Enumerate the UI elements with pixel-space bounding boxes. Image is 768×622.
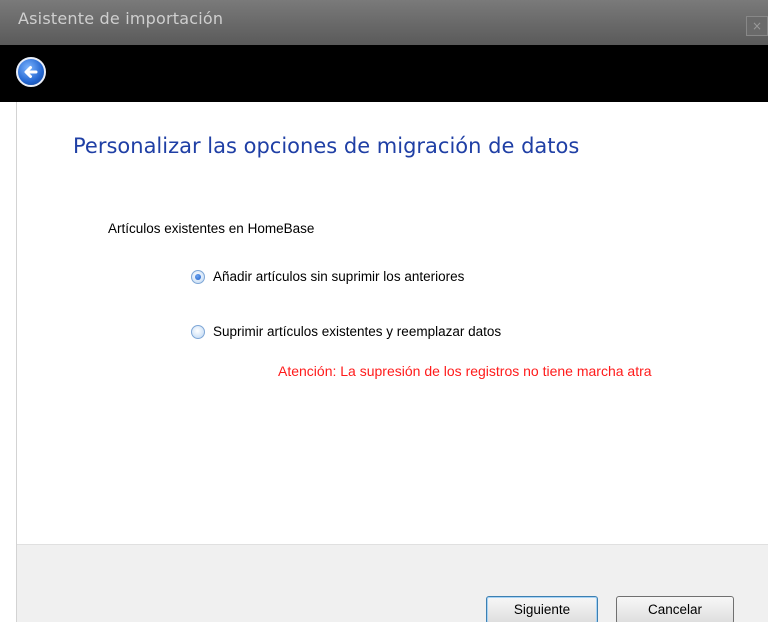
radio-label-add: Añadir artículos sin suprimir los anteri… (213, 269, 465, 284)
cancel-button[interactable]: Cancelar (616, 596, 734, 622)
section-label: Artículos existentes en HomeBase (108, 221, 315, 236)
radio-label-replace: Suprimir artículos existentes y reemplaz… (213, 324, 502, 339)
title-bar[interactable]: Asistente de importación × (0, 0, 768, 45)
back-button[interactable] (16, 57, 46, 87)
warning-message: Atención: La supresión de los registros … (278, 363, 652, 379)
next-button[interactable]: Siguiente (486, 596, 598, 622)
back-arrow-icon (24, 66, 38, 78)
close-button[interactable]: × (746, 16, 768, 36)
window-title: Asistente de importación (18, 9, 224, 28)
navigation-bar (0, 45, 768, 102)
radio-button-unchecked[interactable] (191, 324, 205, 339)
import-wizard-window: Asistente de importación × Personalizar … (0, 0, 768, 622)
page-title: Personalizar las opciones de migración d… (73, 134, 580, 158)
radio-option-add[interactable]: Añadir artículos sin suprimir los anteri… (191, 269, 464, 284)
radio-option-replace[interactable]: Suprimir artículos existentes y reemplaz… (191, 324, 501, 339)
radio-button-checked[interactable] (191, 269, 205, 284)
